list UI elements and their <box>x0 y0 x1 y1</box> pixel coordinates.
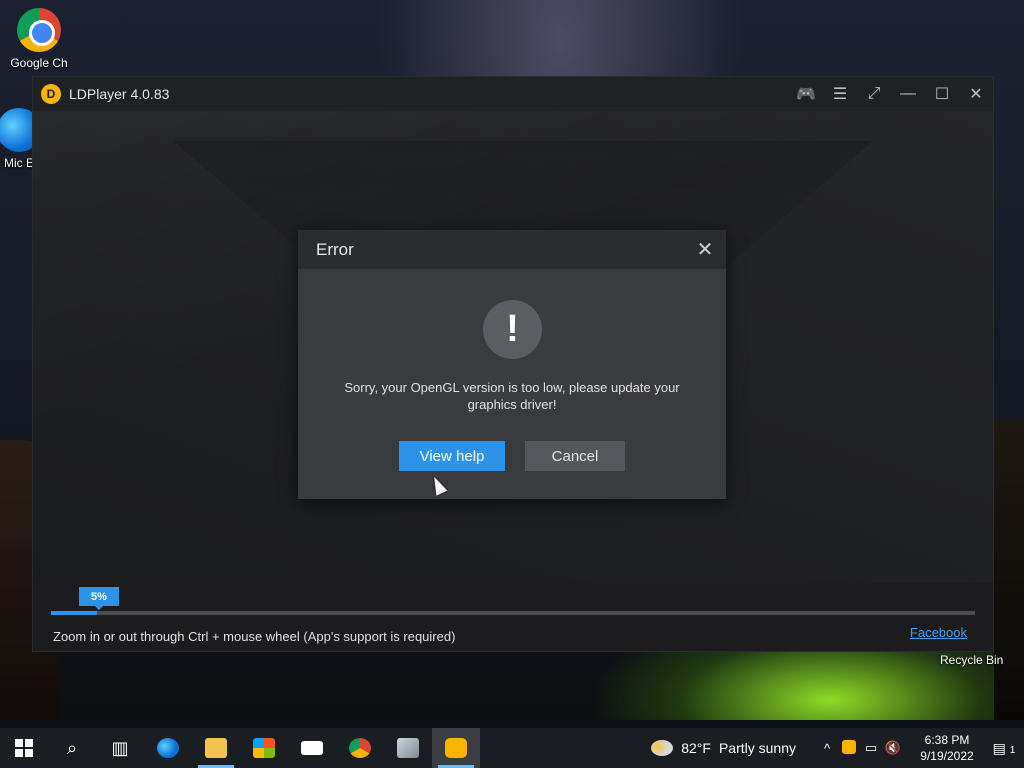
edge-icon <box>157 738 179 758</box>
wallpaper-hill-right <box>994 420 1024 720</box>
notification-center-button[interactable]: ▤ 1 <box>984 740 1024 757</box>
desktop-icon-label: Google Ch <box>10 56 68 70</box>
notification-count: 1 <box>1009 744 1016 756</box>
cancel-button[interactable]: Cancel <box>525 441 625 471</box>
loading-footer: 5% Zoom in or out through Ctrl + mouse w… <box>33 583 993 651</box>
close-button[interactable]: ✕ <box>959 77 993 111</box>
loading-tip: Zoom in or out through Ctrl + mouse whee… <box>53 629 456 644</box>
ldplayer-tray-icon[interactable] <box>838 739 860 757</box>
notification-icon: ▤ <box>992 739 1006 756</box>
search-icon[interactable]: ⌕ <box>48 728 96 768</box>
window-controls: 🎮 ☰ ⤢ — ☐ ✕ <box>789 77 993 111</box>
taskbar-mail-button[interactable] <box>288 728 336 768</box>
window-titlebar[interactable]: D LDPlayer 4.0.83 🎮 ☰ ⤢ — ☐ ✕ <box>33 77 993 111</box>
maximize-button[interactable]: ☐ <box>925 77 959 111</box>
partly-sunny-icon <box>651 740 674 756</box>
ldplayer-logo-icon: D <box>41 84 61 104</box>
clock[interactable]: 6:38 PM 9/19/2022 <box>910 732 984 764</box>
taskbar-store-button[interactable] <box>240 728 288 768</box>
resize-icon[interactable]: ⤢ <box>857 77 891 111</box>
progress-bar-fill <box>51 611 98 615</box>
image-viewer-icon <box>397 738 419 758</box>
volume-muted-icon[interactable]: 🔇 <box>882 740 904 756</box>
recycle-bin-label[interactable]: Recycle Bin <box>940 653 1003 667</box>
tray-chevron-icon[interactable]: ^ <box>816 741 838 756</box>
taskbar-ldplayer-button[interactable] <box>432 728 480 768</box>
facebook-link[interactable]: Facebook <box>910 625 967 640</box>
taskbar-edge-button[interactable] <box>144 728 192 768</box>
clock-time: 6:38 PM <box>924 733 970 747</box>
folder-icon <box>205 738 227 758</box>
menu-icon[interactable]: ☰ <box>823 77 857 111</box>
start-button[interactable] <box>0 728 48 768</box>
store-icon <box>253 738 275 758</box>
dialog-close-button[interactable]: ✕ <box>694 239 716 261</box>
error-dialog: Error ✕ ! Sorry, your OpenGL version is … <box>298 230 726 499</box>
exclamation-icon: ! <box>483 300 542 359</box>
dialog-header: Error ✕ <box>298 230 726 269</box>
clock-date: 9/19/2022 <box>920 749 974 763</box>
minimize-button[interactable]: — <box>891 77 925 111</box>
task-view-icon[interactable]: ▥ <box>96 728 144 768</box>
weather-widget[interactable]: 82°F Partly sunny <box>651 740 804 756</box>
system-tray: 82°F Partly sunny ^ ▭ 🔇 6:38 PM 9/19/202… <box>651 728 1024 768</box>
mail-icon <box>301 741 323 755</box>
weather-description: Partly sunny <box>718 740 796 756</box>
weather-temperature: 82°F <box>681 740 711 756</box>
dialog-title: Error <box>316 239 354 259</box>
taskbar: ⌕ ▥ 82°F Partly sunny ^ ▭ 🔇 6:38 PM 9/19… <box>0 728 1024 768</box>
chrome-icon <box>349 738 371 758</box>
network-icon[interactable]: ▭ <box>860 740 882 756</box>
taskbar-file-explorer-button[interactable] <box>192 728 240 768</box>
chrome-icon <box>17 8 61 52</box>
view-help-button[interactable]: View help <box>399 441 505 471</box>
progress-bar <box>51 611 975 615</box>
windows-logo-icon <box>15 739 33 757</box>
dialog-message: Sorry, your OpenGL version is too low, p… <box>344 380 680 412</box>
taskbar-chrome-button[interactable] <box>336 728 384 768</box>
gamepad-icon[interactable]: 🎮 <box>789 77 823 111</box>
desktop-icon-chrome[interactable]: Google Ch <box>4 8 74 70</box>
progress-percent-badge: 5% <box>79 587 119 610</box>
ldplayer-icon <box>445 738 467 758</box>
taskbar-app-button[interactable] <box>384 728 432 768</box>
window-title: LDPlayer 4.0.83 <box>69 86 170 102</box>
